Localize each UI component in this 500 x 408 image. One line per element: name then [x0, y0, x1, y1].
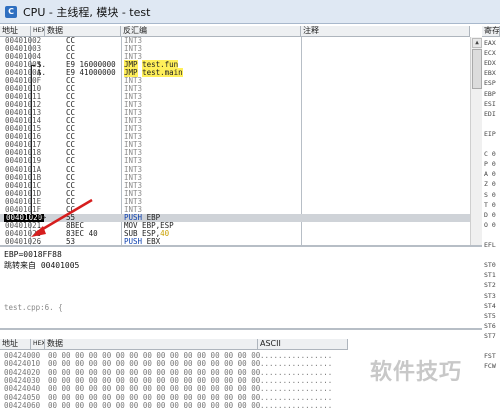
- disasm-jump-marker: .: [37, 236, 42, 245]
- dump-header-ascii[interactable]: ASCII: [258, 339, 348, 350]
- register-label: C 0: [484, 150, 496, 159]
- watermark-text: 软件技巧: [370, 360, 463, 385]
- info-jump-from: 跳转来自 00401005: [4, 261, 80, 270]
- scroll-up-icon[interactable]: ▲: [472, 38, 482, 48]
- register-label: ST6: [484, 321, 496, 330]
- register-label: FST: [484, 352, 496, 361]
- register-label: ST4: [484, 301, 496, 310]
- disasm-hex-bytes: 53: [66, 236, 76, 245]
- register-label: EFL: [484, 241, 496, 249]
- dump-row[interactable]: 00424060 00 00 00 00 00 00 00 00 00 00 00…: [0, 401, 482, 408]
- register-label: ST0: [484, 261, 496, 270]
- info-source-line: test.cpp:6. {: [4, 303, 63, 312]
- header-hex-label[interactable]: HEX: [31, 26, 45, 37]
- register-label: EDI: [484, 109, 496, 118]
- register-label: ECX: [484, 49, 496, 58]
- register-label: A 0: [484, 170, 496, 179]
- register-label: EDX: [484, 59, 496, 68]
- register-label: P 0: [484, 160, 496, 169]
- register-label: ESP: [484, 79, 496, 88]
- window-title: CPU - 主线程, 模块 - test: [23, 5, 151, 19]
- register-label: ST2: [484, 281, 496, 290]
- header-data[interactable]: 数据: [45, 26, 121, 37]
- info-pane: EBP=0018FF88 跳转来自 00401005 test.cpp:6. {: [0, 245, 482, 328]
- info-ebp: EBP=0018FF88: [4, 250, 62, 259]
- disassembly-scrollbar[interactable]: ▲: [470, 37, 482, 245]
- dump-address: 00424060: [4, 400, 41, 408]
- register-label: S 0: [484, 190, 496, 199]
- register-label: EBX: [484, 69, 496, 78]
- disassembly-pane[interactable]: 00401002 CC INT3 00401003 CC INT3 00401004 CC IN…: [0, 37, 470, 245]
- register-label: T 0: [484, 200, 496, 209]
- register-label: ST5: [484, 311, 496, 320]
- header-address[interactable]: 地址: [0, 26, 31, 37]
- registers-pane[interactable]: EAX ECX EDX EBX ESP EBP ESI EDI EIP C 0P 0A 0Z 0S…: [482, 37, 500, 370]
- window-titlebar: C CPU - 主线程, 模块 - test: [0, 0, 500, 24]
- header-disassembly[interactable]: 反汇编: [121, 26, 301, 37]
- dump-header-address[interactable]: 地址: [0, 339, 31, 350]
- dump-header-hex-label[interactable]: HEX: [31, 339, 45, 350]
- register-label: ESI: [484, 99, 496, 108]
- register-label: EIP: [484, 129, 496, 138]
- register-label: D 0: [484, 210, 496, 219]
- register-label: ST1: [484, 271, 496, 280]
- register-label: EAX: [484, 39, 496, 47]
- register-label: O 0: [484, 220, 496, 229]
- scroll-thumb[interactable]: [472, 49, 482, 89]
- header-comment[interactable]: 注释: [301, 26, 470, 37]
- disasm-row[interactable]: 00401026. 53 PUSH EBX: [0, 236, 470, 245]
- dump-hex-bytes: 00 00 00 00 00 00 00 00 00 00 00 00 00 0…: [48, 400, 261, 408]
- dump-ascii: ................: [260, 400, 333, 408]
- register-label: EBP: [484, 89, 496, 98]
- register-label: Z 0: [484, 180, 496, 189]
- register-label: ST7: [484, 331, 496, 340]
- header-registers[interactable]: 寄存: [482, 26, 500, 37]
- disasm-address: 00401026: [5, 236, 42, 245]
- dump-header-data[interactable]: 数据: [45, 339, 258, 350]
- jump-link-line: [31, 65, 35, 218]
- register-label: FCW: [484, 362, 496, 370]
- cpu-window-icon: C: [5, 5, 17, 18]
- register-label: ST3: [484, 291, 496, 300]
